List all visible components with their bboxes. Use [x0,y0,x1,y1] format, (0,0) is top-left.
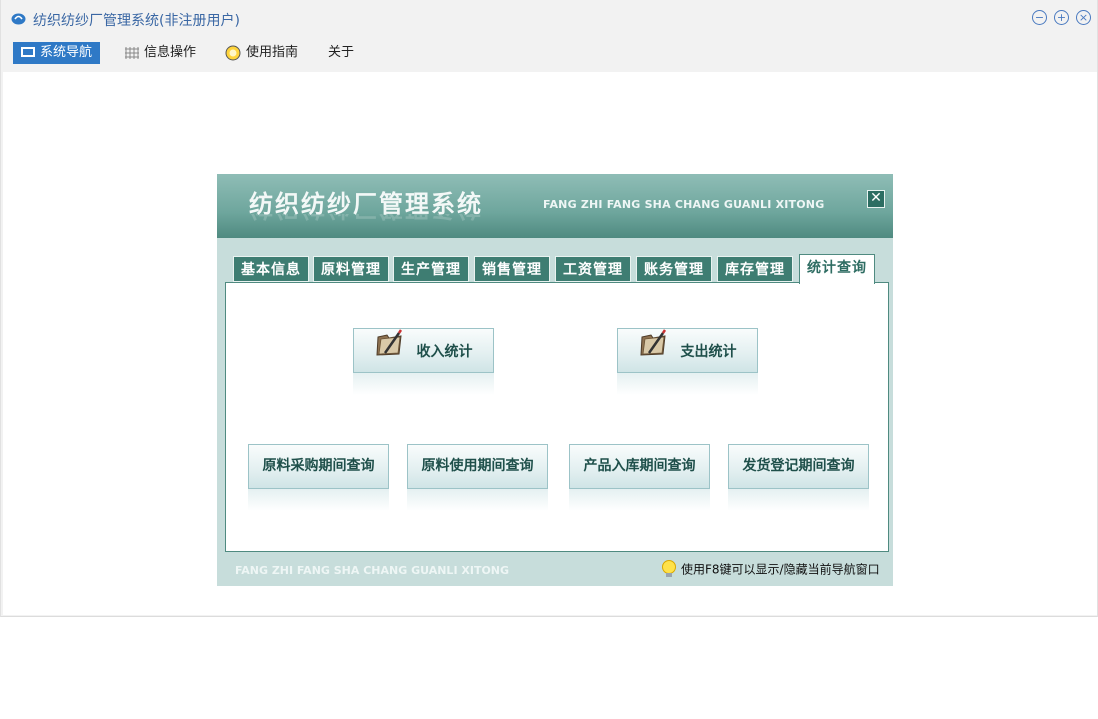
title-bar: 纺织纺纱厂管理系统(非注册用户) − + × [1,0,1097,38]
button-reflection [248,489,389,511]
minimize-icon[interactable]: − [1032,10,1047,25]
app-window: 纺织纺纱厂管理系统(非注册用户) − + × 系统导航 信息操作 使用指南 关于… [0,0,1098,617]
tab-basic-info[interactable]: 基本信息 [233,256,309,282]
raw-purchase-period-query-button[interactable]: 原料采购期间查询 [248,444,389,489]
panel-subtitle: FANG ZHI FANG SHA CHANG GUANLI XITONG [543,198,825,211]
panel-title-reflection: 纺织纺纱厂管理系统 [249,214,483,228]
navigation-panel: 纺织纺纱厂管理系统 纺织纺纱厂管理系统 FANG ZHI FANG SHA CH… [217,174,893,586]
grid-icon [125,46,139,59]
panel-close-icon[interactable]: ✕ [867,190,885,208]
close-icon[interactable]: × [1076,10,1091,25]
expense-stats-button[interactable]: 支出统计 [617,328,758,373]
button-reflection [407,489,548,511]
raw-usage-period-query-button[interactable]: 原料使用期间查询 [407,444,548,489]
tab-payroll[interactable]: 工资管理 [555,256,631,282]
tab-strip: 基本信息 原料管理 生产管理 销售管理 工资管理 账务管理 库存管理 统计查询 [233,254,893,284]
tab-sales[interactable]: 销售管理 [474,256,550,282]
menu-about[interactable]: 关于 [328,42,354,64]
app-logo-icon [11,13,26,25]
menu-user-guide[interactable]: 使用指南 [225,42,298,64]
tab-statistics[interactable]: 统计查询 [799,254,875,284]
menu-bar: 系统导航 信息操作 使用指南 关于 [1,40,1097,66]
f8-hint: 使用F8键可以显示/隐藏当前导航窗口 [661,560,880,580]
shipment-period-query-button[interactable]: 发货登记期间查询 [728,444,869,489]
monitor-icon [21,47,35,57]
window-title: 纺织纺纱厂管理系统(非注册用户) [33,13,240,29]
tab-raw-materials[interactable]: 原料管理 [313,256,389,282]
button-reflection [617,373,758,395]
folder-pen-icon [639,329,669,375]
tab-inventory[interactable]: 库存管理 [717,256,793,282]
button-reflection [569,489,710,511]
help-bulb-icon [225,45,241,60]
tab-production[interactable]: 生产管理 [393,256,469,282]
button-reflection [353,373,494,395]
menu-info-operations[interactable]: 信息操作 [125,42,196,64]
content-area: 纺织纺纱厂管理系统 纺织纺纱厂管理系统 FANG ZHI FANG SHA CH… [3,72,1097,615]
tab-accounting[interactable]: 账务管理 [636,256,712,282]
menu-system-navigation[interactable]: 系统导航 [13,42,101,64]
lightbulb-icon [662,560,676,577]
panel-footer-text: FANG ZHI FANG SHA CHANG GUANLI XITONG [235,564,510,577]
panel-header: 纺织纺纱厂管理系统 纺织纺纱厂管理系统 FANG ZHI FANG SHA CH… [217,174,893,238]
tab-content: 收入统计 支出统计 原料采购期间查询 原料使用期间查询 产品入库期间查询 发货登… [225,282,889,552]
button-reflection [728,489,869,511]
income-stats-button[interactable]: 收入统计 [353,328,494,373]
maximize-icon[interactable]: + [1054,10,1069,25]
folder-pen-icon [375,329,405,375]
product-stock-in-period-query-button[interactable]: 产品入库期间查询 [569,444,710,489]
